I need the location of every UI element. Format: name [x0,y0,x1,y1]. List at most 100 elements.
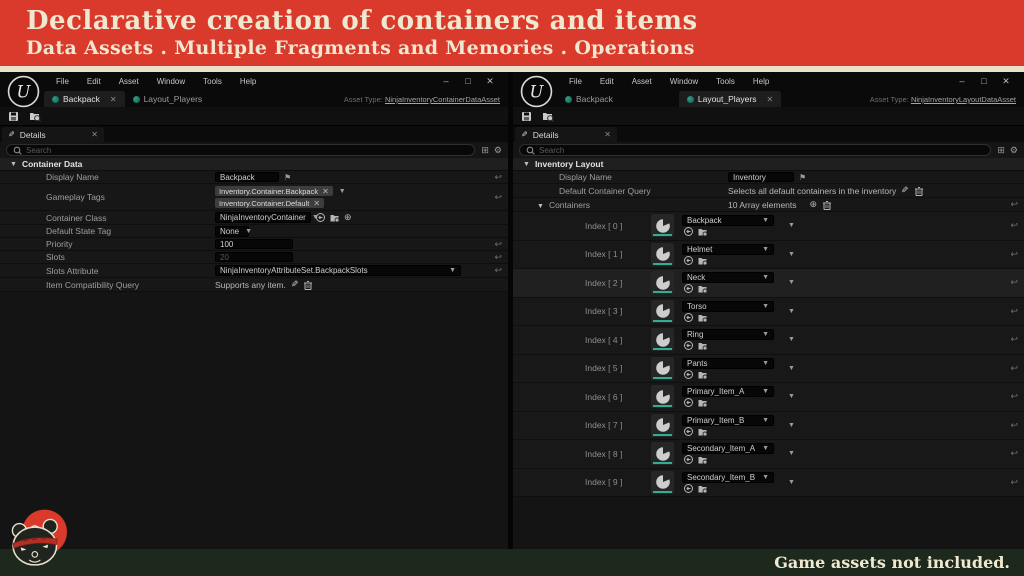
asset-thumbnail[interactable] [651,385,674,408]
expand-row-chevron-icon[interactable]: ▼ [788,251,795,258]
edit-query-icon[interactable]: ✎ [291,279,299,290]
use-selected-icon[interactable] [684,398,693,407]
tab-backpack[interactable]: Backpack [557,91,621,107]
tab-close-icon[interactable]: ✕ [766,95,773,104]
reset-icon[interactable]: ↩ [494,172,508,183]
expand-row-chevron-icon[interactable]: ▼ [788,279,795,286]
container-asset-dropdown[interactable]: Pants▼ [682,358,774,369]
localization-flag-icon[interactable]: ⚑ [799,173,806,182]
asset-thumbnail[interactable] [651,357,674,380]
details-tab[interactable]: ✎ Details ✕ [2,127,104,142]
asset-thumbnail[interactable] [651,300,674,323]
use-selected-icon[interactable] [684,484,693,493]
search-input[interactable]: Search [519,144,991,156]
menu-item-help[interactable]: Help [232,75,264,88]
gameplay-tag-pill[interactable]: Inventory.Container.Backpack✕ [215,186,333,196]
expand-row-chevron-icon[interactable]: ▼ [788,479,795,486]
asset-thumbnail[interactable] [651,471,674,494]
browse-to-asset-icon[interactable] [698,313,707,322]
add-element-icon[interactable]: ⊕ [810,199,818,210]
browse-to-asset-icon[interactable] [698,256,707,265]
reset-icon[interactable]: ↩ [1010,420,1024,431]
tab-layout-players[interactable]: Layout_Players ✕ [679,91,781,107]
browse-to-asset-icon[interactable] [698,427,707,436]
container-asset-dropdown[interactable]: Primary_Item_A▼ [682,386,774,397]
grid-view-icon[interactable]: ⊞ [481,145,489,156]
localization-flag-icon[interactable]: ⚑ [284,173,291,182]
browse-to-asset-icon[interactable] [698,341,707,350]
browse-to-asset-icon[interactable] [330,213,339,222]
menu-item-window[interactable]: Window [149,75,193,88]
reset-icon[interactable]: ↩ [1010,199,1024,210]
asset-thumbnail[interactable] [651,328,674,351]
default-state-tag-dropdown[interactable]: None▼ [215,226,249,237]
minimize-button[interactable]: – [956,76,968,86]
container-asset-dropdown[interactable]: Torso▼ [682,301,774,312]
menu-item-file[interactable]: File [561,75,590,88]
reset-icon[interactable]: ↩ [494,239,508,250]
tab-layout-players[interactable]: Layout_Players [125,91,211,107]
reset-icon[interactable]: ↩ [1010,249,1024,260]
browse-to-asset-icon[interactable] [698,455,707,464]
reset-icon[interactable]: ↩ [1010,448,1024,459]
use-selected-icon[interactable] [684,284,693,293]
menu-item-help[interactable]: Help [745,75,777,88]
use-selected-icon[interactable] [684,427,693,436]
priority-input[interactable]: 100 [215,239,293,249]
asset-thumbnail[interactable] [651,271,674,294]
tab-close-icon[interactable]: ✕ [110,95,117,104]
asset-type-link[interactable]: NinjaInventoryContainerDataAsset [385,95,500,104]
browse-to-asset-icon[interactable] [698,227,707,236]
browse-to-asset-icon[interactable] [698,398,707,407]
use-selected-icon[interactable] [316,213,325,222]
trash-icon[interactable] [303,280,313,290]
menu-item-asset[interactable]: Asset [624,75,660,88]
use-selected-icon[interactable] [684,313,693,322]
remove-tag-icon[interactable]: ✕ [313,199,320,208]
use-selected-icon[interactable] [684,455,693,464]
asset-type-link[interactable]: NinjaInventoryLayoutDataAsset [911,95,1016,104]
menu-item-edit[interactable]: Edit [79,75,109,88]
gameplay-tag-pill[interactable]: Inventory.Container.Default✕ [215,198,324,208]
expand-row-chevron-icon[interactable]: ▼ [788,422,795,429]
close-button[interactable]: ✕ [484,76,496,87]
reset-icon[interactable]: ↩ [1010,334,1024,345]
minimize-button[interactable]: – [440,76,452,86]
container-asset-dropdown[interactable]: Neck▼ [682,272,774,283]
maximize-button[interactable]: □ [462,76,474,86]
reset-icon[interactable]: ↩ [1010,363,1024,374]
expand-row-chevron-icon[interactable]: ▼ [788,393,795,400]
details-tab[interactable]: ✎ Details ✕ [515,127,617,142]
display-name-input[interactable]: Inventory [728,172,794,182]
asset-thumbnail[interactable] [651,414,674,437]
asset-thumbnail[interactable] [651,214,674,237]
container-asset-dropdown[interactable]: Secondary_Item_A▼ [682,443,774,454]
reset-icon[interactable]: ↩ [1010,306,1024,317]
maximize-button[interactable]: □ [978,76,990,86]
container-asset-dropdown[interactable]: Helmet▼ [682,244,774,255]
browse-to-asset-icon[interactable] [698,370,707,379]
browse-to-asset-icon[interactable] [698,484,707,493]
reset-icon[interactable]: ↩ [1010,220,1024,231]
asset-thumbnail[interactable] [651,442,674,465]
menu-item-window[interactable]: Window [662,75,706,88]
browse-icon[interactable] [29,110,41,122]
menu-item-tools[interactable]: Tools [708,75,743,88]
container-asset-dropdown[interactable]: Secondary_Item_B▼ [682,472,774,483]
reset-icon[interactable]: ↩ [1010,277,1024,288]
expand-row-chevron-icon[interactable]: ▼ [788,365,795,372]
save-icon[interactable] [521,111,532,122]
chevron-down-icon[interactable]: ▼ [339,188,346,195]
details-tab-close-icon[interactable]: ✕ [604,130,611,139]
use-selected-icon[interactable] [684,341,693,350]
reset-icon[interactable]: ↩ [494,252,508,263]
browse-to-asset-icon[interactable] [698,284,707,293]
edit-query-icon[interactable]: ✎ [901,185,909,196]
menu-item-tools[interactable]: Tools [195,75,230,88]
slots-attribute-dropdown[interactable]: NinjaInventoryAttributeSet.BackpackSlots… [215,265,461,276]
use-selected-icon[interactable] [684,370,693,379]
container-asset-dropdown[interactable]: Primary_Item_B▼ [682,415,774,426]
reset-icon[interactable]: ↩ [1010,477,1024,488]
container-asset-dropdown[interactable]: Backpack▼ [682,215,774,226]
close-button[interactable]: ✕ [1000,76,1012,87]
